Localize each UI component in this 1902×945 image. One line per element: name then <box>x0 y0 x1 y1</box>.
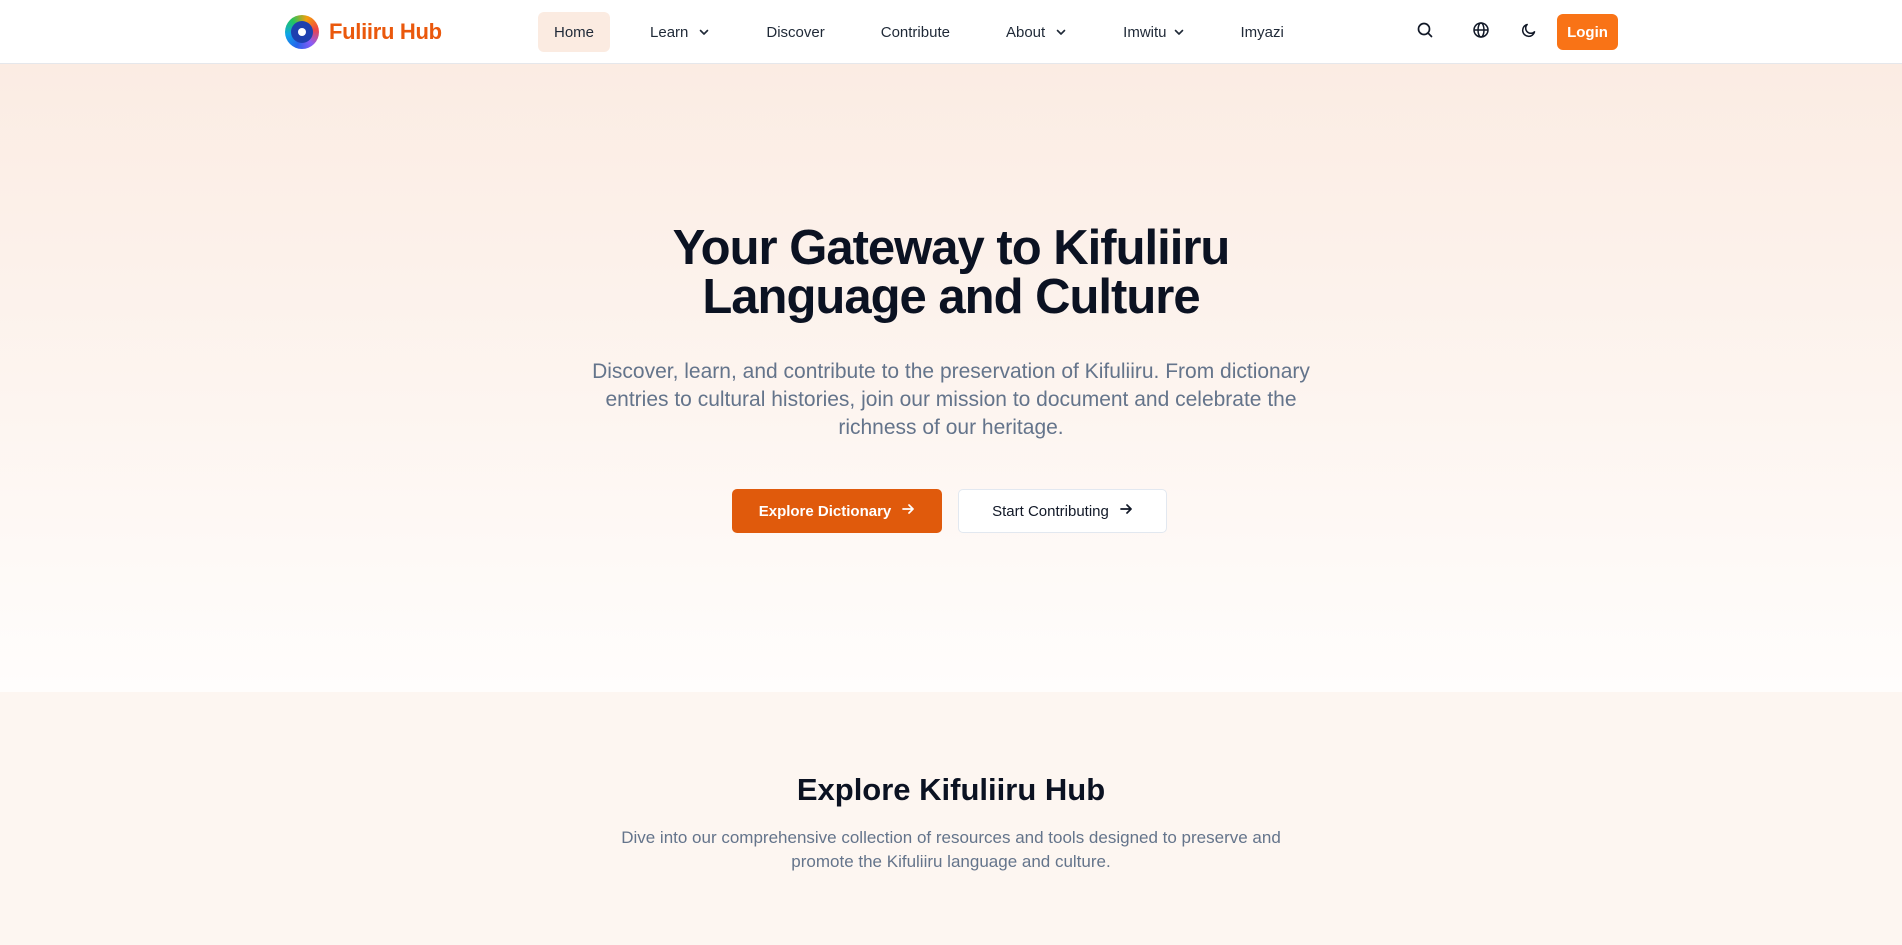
chevron-down-icon <box>1055 26 1067 38</box>
hero-title: Your Gateway to Kifuliiru Language and C… <box>0 224 1902 322</box>
nav-item-label: Discover <box>766 23 825 41</box>
brand-name: Fuliiru Hub <box>329 19 442 44</box>
nav-item-label: Imyazi <box>1240 23 1284 41</box>
main-nav: Home Learn Discover Contribute About Imw… <box>538 12 1300 52</box>
start-contributing-button[interactable]: Start Contributing <box>958 489 1167 533</box>
nav-item-label: Learn <box>650 23 689 41</box>
nav-item-home[interactable]: Home <box>538 12 611 52</box>
globe-icon <box>1472 21 1490 44</box>
nav-item-learn[interactable]: Learn <box>634 12 726 52</box>
button-label: Start Contributing <box>992 502 1109 520</box>
brand-logo-link[interactable]: Fuliiru Hub <box>285 14 442 50</box>
hero-subtitle: Discover, learn, and contribute to the p… <box>592 360 1310 439</box>
search-button[interactable] <box>1413 20 1437 44</box>
explore-section: Explore Kifuliiru Hub Dive into our comp… <box>0 692 1902 945</box>
hero-section: Your Gateway to Kifuliiru Language and C… <box>0 64 1902 692</box>
nav-item-imyazi[interactable]: Imyazi <box>1225 12 1300 52</box>
nav-item-label: About <box>1005 23 1046 41</box>
nav-item-label: Contribute <box>880 23 950 41</box>
nav-item-about[interactable]: About <box>990 12 1083 52</box>
search-icon <box>1416 21 1434 44</box>
hero-title-line-1: Your Gateway to Kifuliiru <box>672 221 1231 275</box>
button-label: Explore Dictionary <box>758 502 892 520</box>
moon-icon <box>1520 21 1538 44</box>
arrow-right-icon <box>1119 502 1133 520</box>
hero-title-line-2: Language and Culture <box>702 270 1200 324</box>
nav-item-imwitu[interactable]: Imwitu <box>1107 12 1200 52</box>
chevron-down-icon <box>1173 26 1185 38</box>
chevron-down-icon <box>698 26 710 38</box>
logo-icon <box>285 15 319 49</box>
section-title: Explore Kifuliiru Hub <box>796 772 1106 807</box>
arrow-right-icon <box>901 502 915 520</box>
theme-toggle-button[interactable] <box>1517 20 1541 44</box>
login-button[interactable]: Login <box>1557 14 1618 50</box>
nav-item-contribute[interactable]: Contribute <box>865 12 966 52</box>
language-button[interactable] <box>1469 20 1493 44</box>
nav-item-label: Home <box>554 23 595 41</box>
nav-item-discover[interactable]: Discover <box>750 12 840 52</box>
explore-dictionary-button[interactable]: Explore Dictionary <box>732 489 942 533</box>
nav-item-label: Imwitu <box>1123 23 1167 41</box>
section-subtitle: Dive into our comprehensive collection o… <box>621 828 1281 871</box>
site-header: Fuliiru Hub Home Learn Discover Contribu… <box>0 0 1902 64</box>
